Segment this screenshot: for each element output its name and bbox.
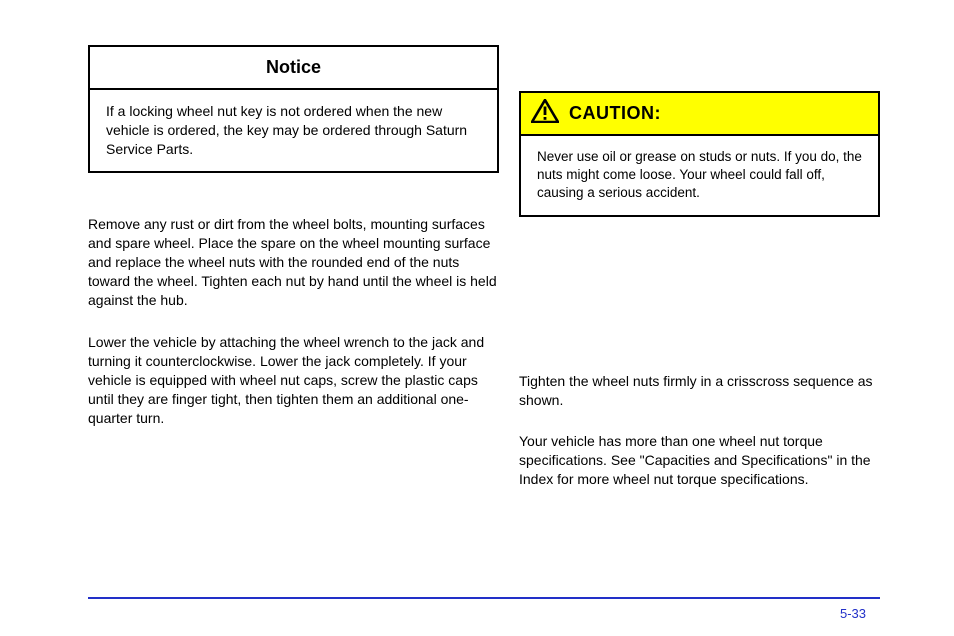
notice-box: Notice If a locking wheel nut key is not… — [88, 45, 499, 173]
caution-label: CAUTION: — [569, 103, 661, 124]
warning-triangle-icon — [531, 99, 559, 128]
notice-heading: Notice — [90, 47, 497, 90]
caution-header: CAUTION: — [521, 93, 878, 136]
footer-rule — [88, 597, 880, 599]
right-paragraph-1: Tighten the wheel nuts firmly in a criss… — [519, 372, 880, 410]
left-paragraph-1: Remove any rust or dirt from the wheel b… — [88, 215, 499, 309]
caution-body: Never use oil or grease on studs or nuts… — [521, 136, 878, 215]
caution-box: CAUTION: Never use oil or grease on stud… — [519, 91, 880, 217]
right-paragraph-2: Your vehicle has more than one wheel nut… — [519, 432, 880, 489]
page-number: 5-33 — [840, 606, 866, 621]
notice-body: If a locking wheel nut key is not ordere… — [90, 90, 497, 171]
caution-body-text: Never use oil or grease on studs or nuts… — [537, 149, 862, 200]
left-paragraph-2: Lower the vehicle by attaching the wheel… — [88, 333, 499, 427]
